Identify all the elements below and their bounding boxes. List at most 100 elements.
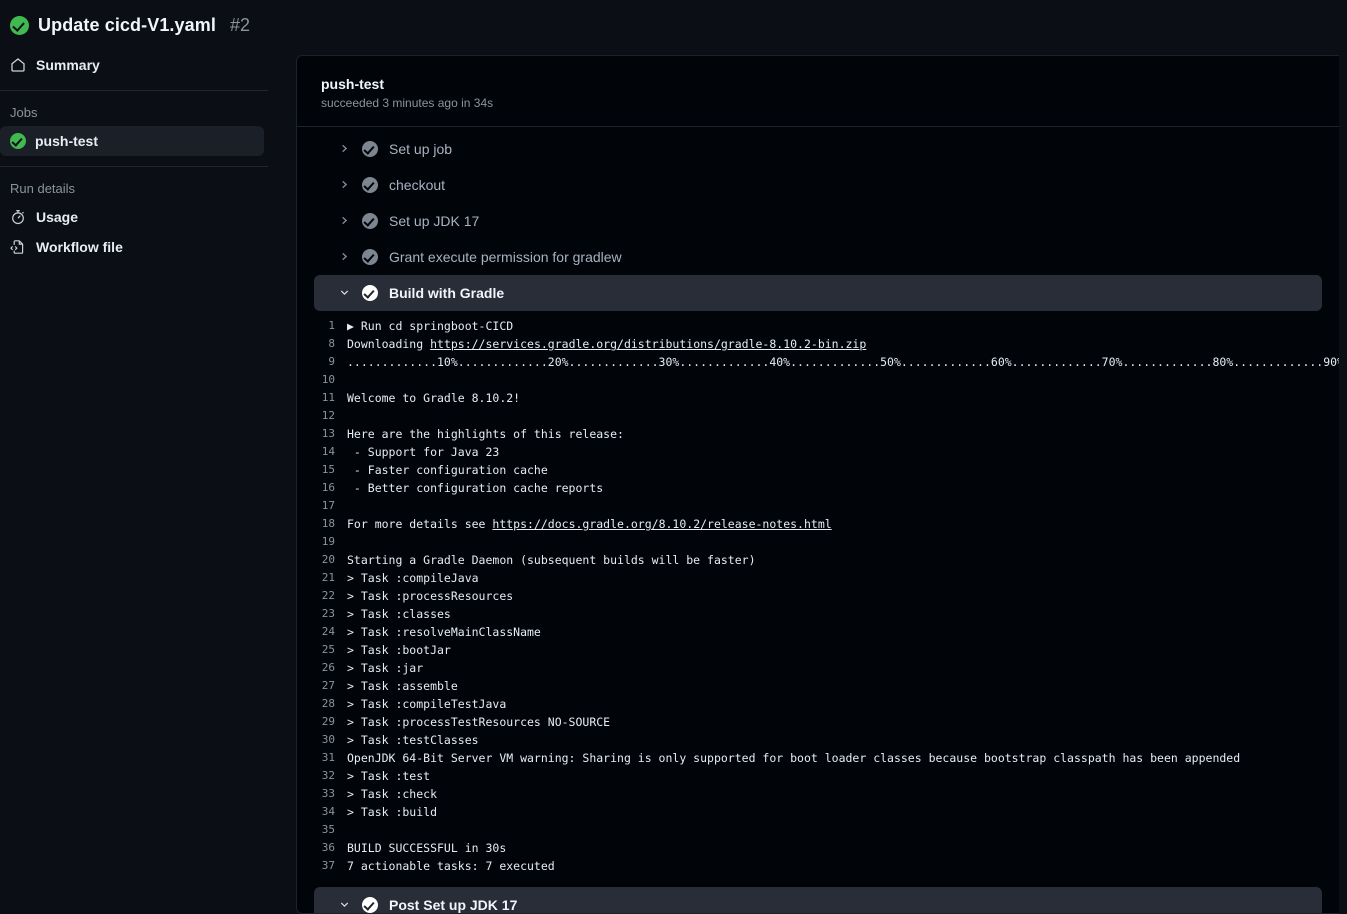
run-header: Update cicd-V1.yaml #2 <box>0 0 1347 50</box>
log-line-text: - Support for Java 23 <box>347 445 500 459</box>
log-line: 23 > Task :classes <box>297 605 1339 623</box>
sidebar-item-usage[interactable]: Usage <box>0 202 280 232</box>
log-line-text: - Faster configuration cache <box>347 463 548 477</box>
log-line-number: 25 <box>321 643 335 656</box>
log-line-number: 19 <box>321 535 335 548</box>
log-line-number: 1 <box>328 319 335 332</box>
log-line-number: 8 <box>328 337 335 350</box>
log-line-number: 12 <box>321 409 335 422</box>
step-label: checkout <box>389 177 446 193</box>
log-line-text: > Task :compileTestJava <box>347 697 507 711</box>
sidebar-item-label: push-test <box>35 133 98 149</box>
log-line-number: 31 <box>321 751 335 764</box>
log-line: 29 > Task :processTestResources NO-SOURCE <box>297 713 1339 731</box>
log-line-number: 30 <box>321 733 335 746</box>
log-line-text: BUILD SUCCESSFUL in 30s <box>347 841 507 855</box>
log-line-number: 29 <box>321 715 335 728</box>
sidebar: Summary Jobs push-test Run details Usage <box>0 50 296 914</box>
log-line-number: 35 <box>321 823 335 836</box>
log-line-text: > Task :bootJar <box>347 643 451 657</box>
sidebar-item-summary[interactable]: Summary <box>0 50 280 80</box>
check-circle-green-icon <box>10 15 29 35</box>
check-circle-gray-icon <box>362 177 378 193</box>
log-line: 15 - Faster configuration cache <box>297 461 1339 479</box>
log-line-number: 23 <box>321 607 335 620</box>
steps-list: Set up job checkout Set up JDK 17 Grant … <box>297 127 1339 311</box>
log-line-text: > Task :classes <box>347 607 451 621</box>
log-line-number: 24 <box>321 625 335 638</box>
main-content: push-test succeeded 3 minutes ago in 34s… <box>296 50 1347 914</box>
chevron-right-icon <box>339 177 351 193</box>
log-line: 24 > Task :resolveMainClassName <box>297 623 1339 641</box>
check-circle-gray-icon <box>362 249 378 265</box>
workflow-run-page: Update cicd-V1.yaml #2 Summary Jobs push… <box>0 0 1347 914</box>
step-row-grant-execute-permission[interactable]: Grant execute permission for gradlew <box>314 239 1322 275</box>
sidebar-item-workflow-file[interactable]: Workflow file <box>0 232 280 262</box>
log-line-text: > Task :processResources <box>347 589 514 603</box>
log-line-text: Here are the highlights of this release: <box>347 427 624 441</box>
log-line-number: 14 <box>321 445 335 458</box>
log-line: 14 - Support for Java 23 <box>297 443 1339 461</box>
step-row-build-with-gradle[interactable]: Build with Gradle <box>314 275 1322 311</box>
step-row-checkout[interactable]: checkout <box>314 167 1322 203</box>
log-line-number: 37 <box>321 859 335 872</box>
log-line-number: 18 <box>321 517 335 530</box>
log-line-number: 15 <box>321 463 335 476</box>
log-output[interactable]: 1 ▶ Run cd springboot-CICD 8 Downloading ht… <box>297 311 1339 885</box>
log-line: 31 OpenJDK 64-Bit Server VM warning: Shar… <box>297 749 1339 767</box>
job-panel: push-test succeeded 3 minutes ago in 34s… <box>296 55 1339 914</box>
log-line: 28 > Task :compileTestJava <box>297 695 1339 713</box>
log-line: 37 7 actionable tasks: 7 executed <box>297 857 1339 875</box>
log-line: 9 .............10%.............20%.......… <box>297 353 1339 371</box>
log-line-text: ▶ Run cd springboot-CICD <box>347 319 514 333</box>
job-status-line: succeeded 3 minutes ago in 34s <box>321 96 494 110</box>
log-link[interactable]: https://docs.gradle.org/8.10.2/release-n… <box>492 515 831 533</box>
log-link[interactable]: https://services.gradle.org/distribution… <box>430 335 866 353</box>
log-line-text: > Task :build <box>347 805 438 819</box>
log-line: 1 ▶ Run cd springboot-CICD <box>297 317 1339 335</box>
log-line: 21 > Task :compileJava <box>297 569 1339 587</box>
check-circle-gray-icon <box>362 141 378 157</box>
log-line-number: 34 <box>321 805 335 818</box>
step-row-set-up-job[interactable]: Set up job <box>314 131 1322 167</box>
home-icon <box>10 57 26 73</box>
log-line-text: For more details see <box>347 517 493 531</box>
step-row-set-up-jdk-17[interactable]: Set up JDK 17 <box>314 203 1322 239</box>
log-line: 18 For more details see https://docs.grad… <box>297 515 1339 533</box>
log-line: 13 Here are the highlights of this releas… <box>297 425 1339 443</box>
log-line-number: 17 <box>321 499 335 512</box>
log-line: 35 <box>297 821 1339 839</box>
log-line-text: > Task :jar <box>347 661 424 675</box>
log-line-text: > Task :testClasses <box>347 733 479 747</box>
log-line: 32 > Task :test <box>297 767 1339 785</box>
log-line: 16 - Better configuration cache reports <box>297 479 1339 497</box>
log-line-number: 13 <box>321 427 335 440</box>
log-line-text: OpenJDK 64-Bit Server VM warning: Sharin… <box>347 751 1241 765</box>
chevron-right-icon <box>339 249 351 265</box>
log-line: 11 Welcome to Gradle 8.10.2! <box>297 389 1339 407</box>
step-row-post-set-up-jdk-17[interactable]: Post Set up JDK 17 <box>314 887 1322 913</box>
log-line: 36 BUILD SUCCESSFUL in 30s <box>297 839 1339 857</box>
stopwatch-icon <box>10 209 26 225</box>
log-line-number: 22 <box>321 589 335 602</box>
sidebar-item-label: Summary <box>36 57 100 73</box>
log-line: 12 <box>297 407 1339 425</box>
log-line-number: 21 <box>321 571 335 584</box>
log-line-number: 9 <box>328 355 335 368</box>
check-circle-green-icon <box>10 133 26 149</box>
log-line: 33 > Task :check <box>297 785 1339 803</box>
log-line: 19 <box>297 533 1339 551</box>
log-line: 27 > Task :assemble <box>297 677 1339 695</box>
log-line: 20 Starting a Gradle Daemon (subsequent b… <box>297 551 1339 569</box>
log-line-text: > Task :processTestResources NO-SOURCE <box>347 715 611 729</box>
log-line-number: 33 <box>321 787 335 800</box>
log-line: 26 > Task :jar <box>297 659 1339 677</box>
log-line: 17 <box>297 497 1339 515</box>
log-line: 34 > Task :build <box>297 803 1339 821</box>
log-line-number: 27 <box>321 679 335 692</box>
sidebar-item-push-test[interactable]: push-test <box>0 126 264 156</box>
log-line: 10 <box>297 371 1339 389</box>
chevron-right-icon <box>339 213 351 229</box>
step-label: Build with Gradle <box>389 285 505 301</box>
log-line-number: 10 <box>321 373 335 386</box>
